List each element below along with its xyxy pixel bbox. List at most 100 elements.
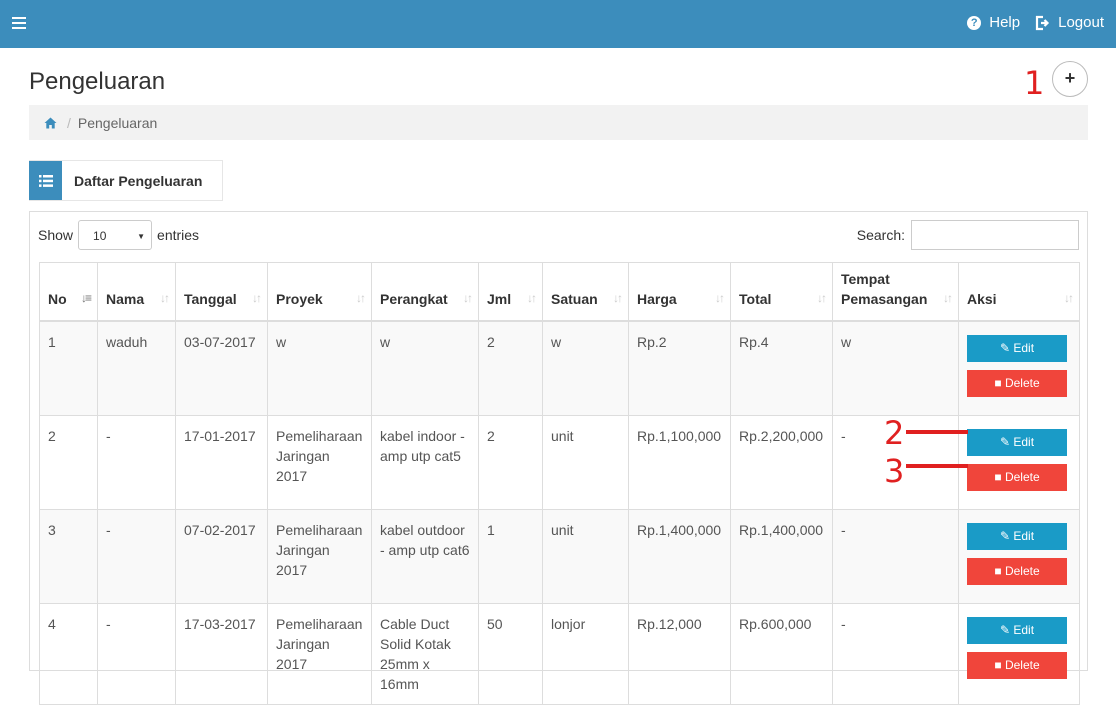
column-header-perangkat[interactable]: Perangkat ↓↑ <box>371 262 479 322</box>
cell-proyek: Pemeliharaan Jaringan 2017 <box>267 508 372 604</box>
cell-tempat: - <box>832 602 959 705</box>
cell-tempat: - <box>832 508 959 604</box>
cell-proyek: Pemeliharaan Jaringan 2017 <box>267 602 372 705</box>
column-header-jml[interactable]: Jml ↓↑ <box>478 262 543 322</box>
panel-title: Daftar Pengeluaran <box>74 172 203 189</box>
edit-button[interactable]: ✎ Edit <box>967 334 1067 362</box>
annotation-marker-2: 2 <box>884 414 905 452</box>
column-header-nama[interactable]: Nama ↓↑ <box>97 262 176 322</box>
search-control: Search: <box>857 220 1079 250</box>
expenses-table: No ↓≡ Nama ↓↑ Tanggal ↓↑ Proyek ↓↑ Perangkat… <box>39 262 1080 705</box>
entries-select[interactable]: 10 ▼ <box>78 220 153 250</box>
cell-no: 2 <box>39 414 98 510</box>
help-label: Help <box>989 14 1021 31</box>
sort-asc-icon: ↓≡ <box>80 290 92 305</box>
sort-icon: ↓↑ <box>613 290 623 305</box>
edit-icon: ✎ <box>999 434 1014 449</box>
cell-jml: 1 <box>478 508 543 604</box>
trash-icon: ■ <box>994 563 1005 578</box>
search-input[interactable] <box>911 220 1079 250</box>
edit-button[interactable]: ✎ Edit <box>967 522 1067 550</box>
edit-button[interactable]: ✎ Edit <box>967 616 1067 644</box>
cell-proyek: Pemeliharaan Jaringan 2017 <box>267 414 372 510</box>
trash-icon: ■ <box>994 375 1005 390</box>
delete-button[interactable]: ■ Delete <box>967 557 1067 585</box>
sort-icon: ↓↑ <box>252 290 262 305</box>
cell-aksi: ✎ Edit ■ Delete <box>958 414 1080 510</box>
logout-link[interactable]: Logout <box>1034 14 1104 31</box>
sort-icon: ↓↑ <box>1064 290 1074 305</box>
edit-button[interactable]: ✎ Edit <box>967 428 1067 456</box>
sort-icon: ↓↑ <box>356 290 366 305</box>
table-box: Show 10 ▼ entries Search: No ↓≡ Nama ↓↑ Ta… <box>29 211 1088 705</box>
home-icon[interactable] <box>44 117 57 129</box>
menu-toggle-icon[interactable] <box>12 15 26 31</box>
help-link[interactable]: ? Help <box>967 14 1020 31</box>
cell-tanggal: 07-02-2017 <box>175 508 268 604</box>
cell-jml: 2 <box>478 414 543 510</box>
cell-perangkat: w <box>371 320 479 416</box>
sort-icon: ↓↑ <box>943 290 953 305</box>
table-header-row: No ↓≡ Nama ↓↑ Tanggal ↓↑ Proyek ↓↑ Perangkat… <box>39 262 1080 322</box>
cell-nama: waduh <box>97 320 176 416</box>
add-button[interactable]: + <box>1052 61 1088 97</box>
cell-jml: 50 <box>478 602 543 705</box>
column-header-satuan[interactable]: Satuan ↓↑ <box>542 262 629 322</box>
cell-harga: Rp.2 <box>628 320 731 416</box>
table-row: 1 waduh 03-07-2017 w w 2 w Rp.2 Rp.4 w ✎… <box>39 320 1080 416</box>
edit-icon: ✎ <box>999 622 1014 637</box>
cell-aksi: ✎ Edit ■ Delete <box>958 602 1080 705</box>
cell-tanggal: 17-03-2017 <box>175 602 268 705</box>
cell-tempat: w <box>832 320 959 416</box>
column-header-tempat-pemasangan[interactable]: Tempat Pemasangan ↓↑ <box>832 262 959 322</box>
edit-icon: ✎ <box>999 340 1014 355</box>
column-header-aksi[interactable]: Aksi ↓↑ <box>958 262 1080 322</box>
cell-tanggal: 03-07-2017 <box>175 320 268 416</box>
cell-nama: - <box>97 414 176 510</box>
cell-no: 1 <box>39 320 98 416</box>
cell-harga: Rp.1,400,000 <box>628 508 731 604</box>
cell-total: Rp.600,000 <box>730 602 833 705</box>
cell-perangkat: kabel outdoor - amp utp cat6 <box>371 508 479 604</box>
annotation-marker-1: 1 <box>1024 64 1045 102</box>
column-header-proyek[interactable]: Proyek ↓↑ <box>267 262 372 322</box>
cell-tanggal: 17-01-2017 <box>175 414 268 510</box>
cell-satuan: lonjor <box>542 602 629 705</box>
cell-total: Rp.4 <box>730 320 833 416</box>
breadcrumb-current: Pengeluaran <box>77 114 158 131</box>
table-row: 4 - 17-03-2017 Pemeliharaan Jaringan 201… <box>39 602 1080 705</box>
delete-button[interactable]: ■ Delete <box>967 651 1067 679</box>
column-header-no[interactable]: No ↓≡ <box>39 262 98 322</box>
cell-total: Rp.1,400,000 <box>730 508 833 604</box>
cell-harga: Rp.12,000 <box>628 602 731 705</box>
panel-header: Daftar Pengeluaran <box>29 160 224 201</box>
entries-select-value: 10 <box>93 229 107 243</box>
show-label: Show <box>38 227 74 243</box>
top-nav-right: ? Help Logout <box>953 14 1104 31</box>
delete-button[interactable]: ■ Delete <box>967 463 1067 491</box>
cell-aksi: ✎ Edit ■ Delete <box>958 320 1080 416</box>
cell-nama: - <box>97 508 176 604</box>
delete-button[interactable]: ■ Delete <box>967 369 1067 397</box>
column-header-harga[interactable]: Harga ↓↑ <box>628 262 731 322</box>
annotation-marker-3: 3 <box>884 452 905 490</box>
sort-icon: ↓↑ <box>160 290 170 305</box>
sort-icon: ↓↑ <box>715 290 725 305</box>
breadcrumb-separator: / <box>67 114 71 131</box>
cell-jml: 2 <box>478 320 543 416</box>
table-row: 3 - 07-02-2017 Pemeliharaan Jaringan 201… <box>39 508 1080 604</box>
logout-label: Logout <box>1058 14 1104 31</box>
annotation-line-3 <box>906 464 968 468</box>
entries-length-control: Show 10 ▼ entries <box>38 220 199 250</box>
cell-total: Rp.2,200,000 <box>730 414 833 510</box>
cell-harga: Rp.1,100,000 <box>628 414 731 510</box>
top-navbar: ? Help Logout <box>0 0 1116 48</box>
cell-proyek: w <box>267 320 372 416</box>
cell-perangkat: kabel indoor - amp utp cat5 <box>371 414 479 510</box>
sort-icon: ↓↑ <box>463 290 473 305</box>
column-header-tanggal[interactable]: Tanggal ↓↑ <box>175 262 268 322</box>
search-label: Search: <box>856 227 905 243</box>
cell-satuan: unit <box>542 508 629 604</box>
column-header-total[interactable]: Total ↓↑ <box>730 262 833 322</box>
question-circle-icon: ? <box>967 15 982 30</box>
